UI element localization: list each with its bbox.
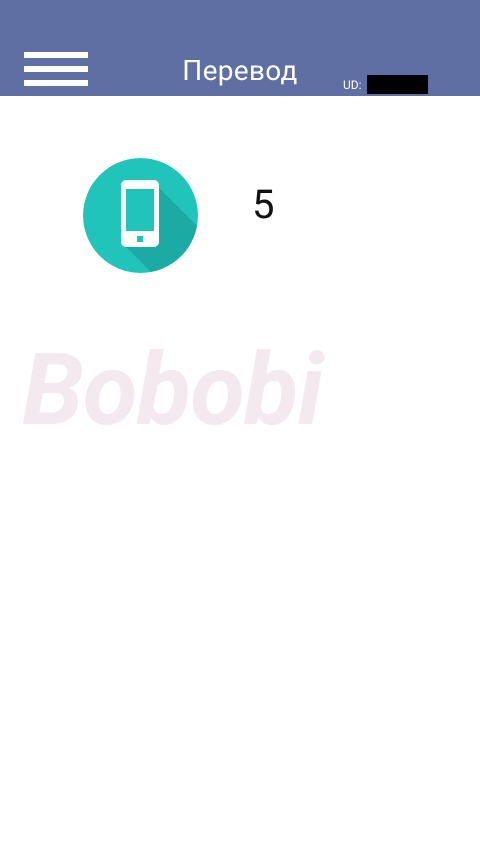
smartphone-icon[interactable] [83, 158, 198, 273]
watermark-text: Bobobi [22, 332, 323, 449]
user-id-value [367, 75, 428, 94]
device-count: 5 [252, 181, 275, 228]
user-id-label: UD: [343, 78, 362, 92]
app-header: Перевод UD: [0, 0, 480, 96]
